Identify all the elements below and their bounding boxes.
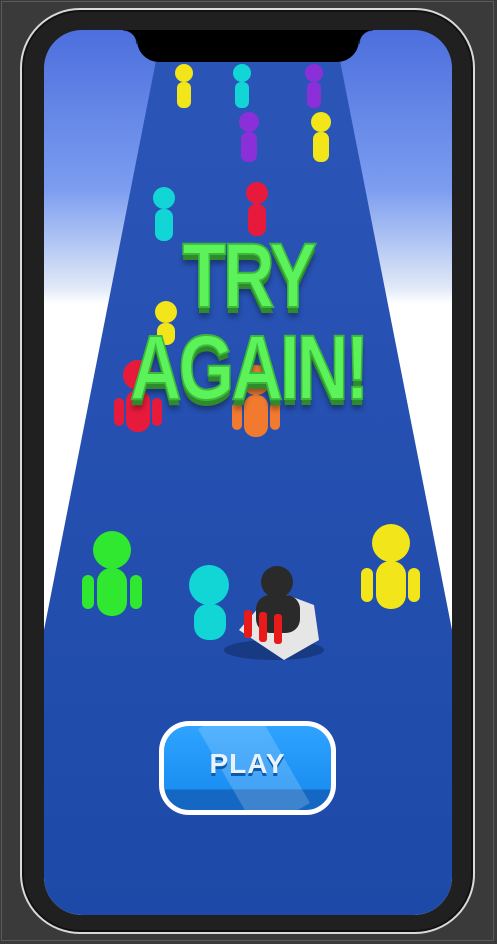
phone-notch: [123, 30, 373, 62]
stickman-cyan: [233, 64, 251, 108]
play-button-face[interactable]: PLAY: [164, 726, 331, 810]
try-again-title: TRY AGAIN!: [129, 225, 370, 419]
play-button[interactable]: PLAY: [159, 721, 336, 815]
stickman-purple: [305, 64, 323, 108]
play-button-label: PLAY: [209, 748, 286, 779]
stickman-yellow: [311, 112, 331, 162]
stickman-purple: [239, 112, 259, 162]
stickman-yellow: [175, 64, 193, 108]
